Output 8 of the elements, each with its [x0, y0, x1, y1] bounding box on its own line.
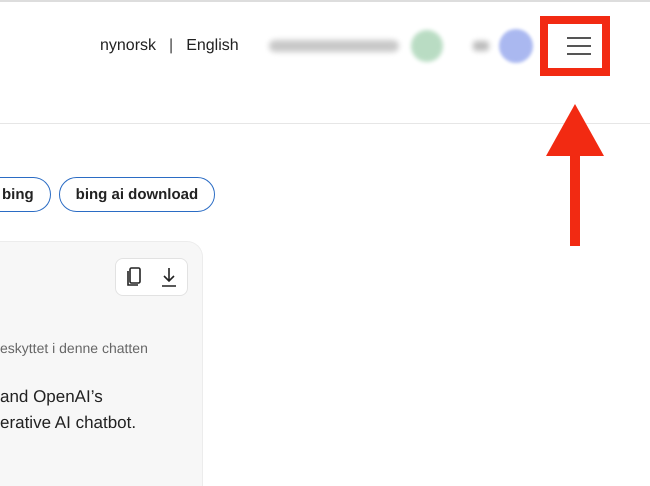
message-text: and OpenAI’s: [0, 386, 104, 408]
notice-text: eskyttet i denne chatten: [0, 340, 148, 356]
message-text: erative AI chatbot.: [0, 412, 136, 434]
separator: |: [169, 36, 174, 54]
language-link[interactable]: English: [186, 36, 239, 54]
suggestion-chip[interactable]: bing ai download: [58, 177, 216, 212]
suggestion-chip[interactable]: bing: [0, 177, 51, 212]
language-link[interactable]: nynorsk: [100, 36, 156, 54]
